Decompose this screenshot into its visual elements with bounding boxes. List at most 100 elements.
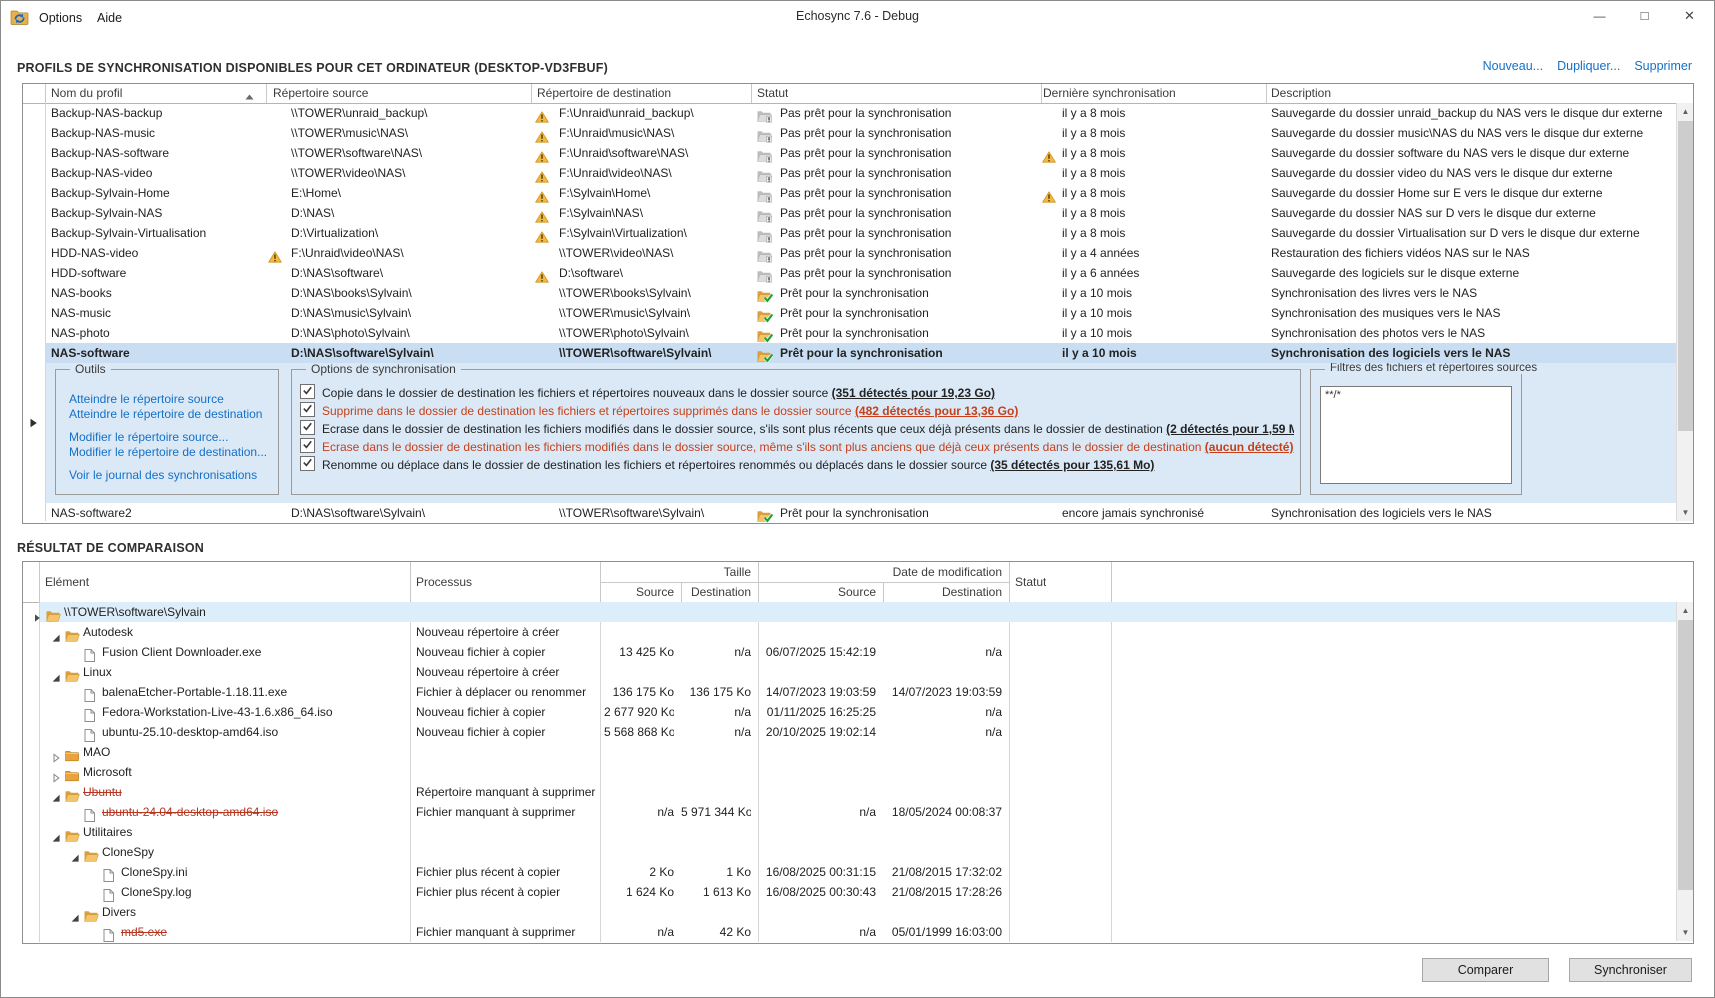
column-header-4[interactable]: Dernière synchronisation [1043, 84, 1176, 103]
profile-row[interactable]: NAS-booksD:\NAS\books\Sylvain\\\TOWER\bo… [23, 283, 1693, 303]
column-header-date-source[interactable]: Source [758, 582, 876, 602]
profile-destination-path: F:\Unraid\software\NAS\ [559, 143, 749, 163]
profile-destination-path: F:\Sylvain\Virtualization\ [559, 223, 749, 243]
column-header-size[interactable]: Taille [600, 562, 751, 582]
minimize-button[interactable]: — [1577, 1, 1622, 31]
profile-row[interactable]: Backup-NAS-video\\TOWER\video\NAS\F:\Unr… [23, 163, 1693, 183]
profile-row[interactable]: Backup-Sylvain-NASD:\NAS\F:\Sylvain\NAS\… [23, 203, 1693, 223]
duplicate-profile-link[interactable]: Dupliquer... [1557, 59, 1620, 73]
column-header-status[interactable]: Statut [1015, 562, 1046, 602]
tree-row[interactable]: Fusion Client Downloader.exeNouveau fich… [23, 642, 1693, 662]
item-size-destination: 1 613 Ko [681, 882, 751, 902]
sync-option-detected-link[interactable]: (351 détectés pour 19,23 Go) [832, 386, 995, 400]
comparison-scrollbar[interactable]: ▲▼ [1676, 602, 1693, 941]
profile-row[interactable]: Backup-Sylvain-HomeE:\Home\F:\Sylvain\Ho… [23, 183, 1693, 203]
sync-option-detected-link[interactable]: (aucun détecté) [1205, 440, 1294, 454]
tree-row[interactable]: Utilitaires [23, 822, 1693, 842]
profile-row[interactable]: Backup-NAS-backup\\TOWER\unraid_backup\F… [23, 103, 1693, 123]
tree-row[interactable]: CloneSpy [23, 842, 1693, 862]
tool-link-1[interactable]: Atteindre le répertoire de destination [69, 407, 267, 422]
scroll-up-arrow[interactable]: ▲ [1677, 602, 1694, 619]
sync-option-checkbox[interactable] [300, 402, 315, 417]
column-header-date[interactable]: Date de modification [758, 562, 1002, 582]
profile-row[interactable]: NAS-musicD:\NAS\music\Sylvain\\\TOWER\mu… [23, 303, 1693, 323]
profile-row[interactable]: HDD-softwareD:\NAS\software\D:\software\… [23, 263, 1693, 283]
synchronize-button[interactable]: Synchroniser [1569, 958, 1692, 982]
item-name: Linux [83, 662, 403, 682]
sync-option-detected-link[interactable]: (35 détectés pour 135,61 Mo) [990, 458, 1154, 472]
header-column-divider [1041, 84, 1042, 103]
header-column-divider [266, 84, 267, 103]
tree-row[interactable]: ubuntu-25.10-desktop-amd64.isoNouveau fi… [23, 722, 1693, 742]
profile-row[interactable]: NAS-software2D:\NAS\software\Sylvain\\\T… [23, 503, 1693, 523]
item-size-source: n/a [604, 922, 674, 942]
column-header-0[interactable]: Nom du profil [51, 84, 122, 103]
profile-name: NAS-software2 [51, 503, 261, 523]
item-date-destination: 21/08/2015 17:32:02 [883, 862, 1002, 882]
scrollbar-thumb[interactable] [1678, 620, 1693, 890]
tree-row[interactable]: MAO [23, 742, 1693, 762]
tree-row[interactable]: UbuntuRépertoire manquant à supprimer [23, 782, 1693, 802]
column-header-1[interactable]: Répertoire source [273, 84, 368, 103]
column-header-date-destination[interactable]: Destination [883, 582, 1002, 602]
tree-row[interactable]: balenaEtcher-Portable-1.18.11.exeFichier… [23, 682, 1693, 702]
filters-input[interactable] [1320, 386, 1512, 484]
new-profile-link[interactable]: Nouveau... [1483, 59, 1543, 73]
column-header-size-destination[interactable]: Destination [681, 582, 751, 602]
profile-row[interactable]: NAS-softwareD:\NAS\software\Sylvain\\\TO… [46, 343, 1676, 363]
profile-row[interactable]: HDD-NAS-videoF:\Unraid\video\NAS\\\TOWER… [23, 243, 1693, 263]
sync-option-checkbox[interactable] [300, 456, 315, 471]
filters-groupbox-title: Filtres des fichiers et répertoires sour… [1325, 362, 1542, 374]
tool-link-3[interactable]: Modifier le répertoire de destination... [69, 445, 267, 460]
tree-row[interactable]: LinuxNouveau répertoire à créer [23, 662, 1693, 682]
tree-row[interactable]: CloneSpy.iniFichier plus récent à copier… [23, 862, 1693, 882]
tree-row[interactable]: md5.exeFichier manquant à supprimern/a42… [23, 922, 1693, 942]
maximize-button[interactable]: □ [1622, 1, 1667, 31]
column-header-process[interactable]: Processus [416, 562, 472, 602]
tool-link-0[interactable]: Atteindre le répertoire source [69, 392, 267, 407]
sync-option-checkbox[interactable] [300, 438, 315, 453]
column-header-3[interactable]: Statut [757, 84, 788, 103]
profile-status-label: Prêt pour la synchronisation [780, 343, 1035, 363]
scrollbar-thumb[interactable] [1678, 121, 1693, 431]
tree-row[interactable]: ubuntu-24.04-desktop-amd64.isoFichier ma… [23, 802, 1693, 822]
item-process: Fichier manquant à supprimer [416, 802, 598, 822]
tree-row[interactable]: Fedora-Workstation-Live-43-1.6.x86_64.is… [23, 702, 1693, 722]
profile-source-path: D:\NAS\software\ [291, 263, 527, 283]
tree-row[interactable]: AutodeskNouveau répertoire à créer [23, 622, 1693, 642]
sync-option-checkbox[interactable] [300, 420, 315, 435]
item-process: Fichier à déplacer ou renommer [416, 682, 598, 702]
close-button[interactable]: ✕ [1667, 1, 1712, 31]
delete-profile-link[interactable]: Supprimer [1634, 59, 1692, 73]
tree-row[interactable]: Divers [23, 902, 1693, 922]
compare-button[interactable]: Comparer [1422, 958, 1549, 982]
column-header-5[interactable]: Description [1271, 84, 1331, 103]
profile-name: Backup-NAS-backup [51, 103, 261, 123]
item-date-source: 01/11/2025 16:25:25 [762, 702, 876, 722]
tool-link-2[interactable]: Modifier le répertoire source... [69, 430, 267, 445]
item-file-icon [103, 925, 114, 945]
column-header-element[interactable]: Elément [45, 562, 89, 602]
profiles-scrollbar[interactable]: ▲▼ [1676, 103, 1693, 521]
profile-row[interactable]: Backup-Sylvain-VirtualisationD:\Virtuali… [23, 223, 1693, 243]
scroll-up-arrow[interactable]: ▲ [1677, 103, 1694, 120]
column-header-2[interactable]: Répertoire de destination [537, 84, 671, 103]
scroll-down-arrow[interactable]: ▼ [1677, 924, 1694, 941]
tree-row[interactable]: CloneSpy.logFichier plus récent à copier… [23, 882, 1693, 902]
profiles-section-title: PROFILS DE SYNCHRONISATION DISPONIBLES P… [17, 61, 608, 75]
profile-row[interactable]: NAS-photoD:\NAS\photo\Sylvain\\\TOWER\ph… [23, 323, 1693, 343]
sync-option-checkbox[interactable] [300, 384, 315, 399]
column-header-size-source[interactable]: Source [600, 582, 674, 602]
profile-row[interactable]: Backup-NAS-software\\TOWER\software\NAS\… [23, 143, 1693, 163]
tree-row[interactable]: Microsoft [23, 762, 1693, 782]
profile-last-sync: il y a 4 années [1062, 243, 1262, 263]
profile-description: Synchronisation des livres vers le NAS [1271, 283, 1673, 303]
profile-status-label: Pas prêt pour la synchronisation [780, 223, 1035, 243]
scroll-down-arrow[interactable]: ▼ [1677, 504, 1694, 521]
sync-option-detected-link[interactable]: (2 détectés pour 1,59 Mo) [1166, 422, 1294, 436]
profile-name: Backup-NAS-software [51, 143, 261, 163]
sync-option-detected-link[interactable]: (482 détectés pour 13,36 Go) [855, 404, 1018, 418]
tree-row[interactable]: \\TOWER\software\Sylvain [40, 602, 1676, 622]
tool-link-4[interactable]: Voir le journal des synchronisations [69, 468, 267, 483]
profile-row[interactable]: Backup-NAS-music\\TOWER\music\NAS\F:\Unr… [23, 123, 1693, 143]
